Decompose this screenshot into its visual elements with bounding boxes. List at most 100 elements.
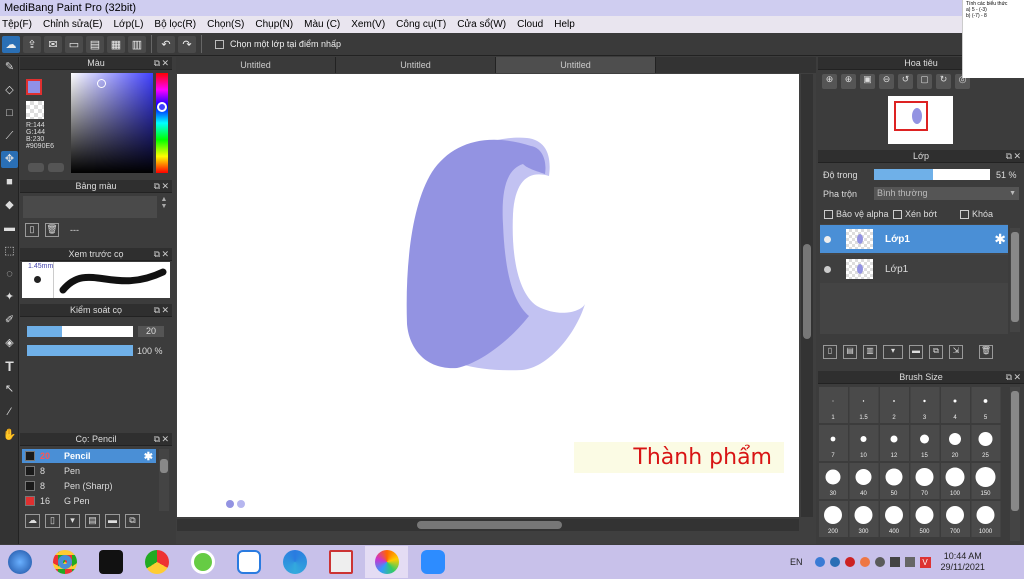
- popout-icon[interactable]: ⧉: [154, 433, 160, 446]
- clock[interactable]: 10:44 AM 29/11/2021: [941, 551, 985, 573]
- eyedrop-button[interactable]: [28, 163, 44, 172]
- brush-list-item[interactable]: 8 Pen: [22, 464, 156, 478]
- network-icon[interactable]: [889, 556, 900, 567]
- brush-settings-icon[interactable]: ▤: [85, 514, 100, 528]
- folder-icon[interactable]: ▬: [909, 345, 923, 359]
- taskbar-medibang[interactable]: [365, 546, 408, 578]
- menu-view[interactable]: Xem(V): [351, 19, 385, 30]
- menu-select[interactable]: Chọn(S): [207, 19, 244, 30]
- redo-icon[interactable]: ↷: [178, 35, 196, 53]
- rect-fill-icon[interactable]: ■: [1, 174, 18, 191]
- menu-window[interactable]: Cửa sổ(W): [457, 19, 506, 30]
- protect-alpha-checkbox[interactable]: [824, 210, 833, 220]
- cloud-icon[interactable]: ☁: [2, 35, 20, 53]
- popout-icon[interactable]: ⧉: [154, 304, 160, 317]
- brush-list-item[interactable]: 16 G Pen: [22, 494, 156, 508]
- comment-icon[interactable]: ✉: [44, 35, 62, 53]
- layer-row-active[interactable]: Lớp1 ✱: [820, 225, 1008, 253]
- layer-opacity-slider[interactable]: [874, 169, 990, 180]
- dot-tool-icon[interactable]: □: [1, 105, 18, 122]
- delete-layer-icon[interactable]: 🗑: [979, 345, 993, 359]
- menu-cloud[interactable]: Cloud: [517, 19, 543, 30]
- tray-icon-1[interactable]: [814, 556, 825, 567]
- taskbar-zoom[interactable]: [411, 546, 454, 578]
- close-icon[interactable]: ✕: [161, 304, 169, 317]
- taskbar-zalo[interactable]: [227, 546, 270, 578]
- page-icon[interactable]: ▤: [86, 35, 104, 53]
- brush-copy-icon[interactable]: ⧉: [125, 514, 140, 528]
- gradient-icon[interactable]: ▬: [1, 220, 18, 237]
- menu-edit[interactable]: Chỉnh sửa(E): [43, 19, 103, 30]
- tray-icon-v[interactable]: V: [919, 556, 931, 568]
- layer-row[interactable]: Lớp1: [820, 255, 1008, 283]
- canvas-vertical-scrollbar[interactable]: [801, 74, 813, 517]
- popout-icon[interactable]: ⧉: [154, 248, 160, 261]
- language-indicator[interactable]: EN: [790, 557, 803, 567]
- brush-size-grid[interactable]: 1 1.5 2 3 4 57 10 12 15 20 2530 40 50 70 100 150200 300 4…: [818, 385, 1008, 543]
- add-layer-menu-icon[interactable]: ▾: [883, 345, 903, 359]
- brush-list-item[interactable]: 8 Pen (Sharp): [22, 479, 156, 493]
- popout-icon[interactable]: ⧉: [154, 57, 160, 70]
- text-tool-icon[interactable]: T: [1, 358, 18, 375]
- brush-size-scrollbar[interactable]: [1010, 387, 1020, 541]
- tray-icon-4[interactable]: [859, 556, 870, 567]
- tray-icon-3[interactable]: [844, 556, 855, 567]
- popout-icon[interactable]: ⧉: [1006, 150, 1012, 163]
- tab-untitled-2[interactable]: Untitled: [336, 57, 496, 73]
- taskbar-krita[interactable]: [181, 546, 224, 578]
- grid-icon[interactable]: ▦: [107, 35, 125, 53]
- close-icon[interactable]: ✕: [161, 433, 169, 446]
- opacity-slider[interactable]: [27, 345, 133, 356]
- close-icon[interactable]: ✕: [161, 57, 169, 70]
- palette-area[interactable]: [23, 196, 157, 218]
- select-rect-icon[interactable]: ⬚: [1, 243, 18, 260]
- zoom-out-icon[interactable]: ⊖: [879, 74, 894, 89]
- palette-scroll[interactable]: ▲ ▼: [159, 196, 169, 218]
- lock-option[interactable]: Khóa: [960, 209, 993, 220]
- menu-color[interactable]: Màu (C): [304, 19, 340, 30]
- move-tool-icon[interactable]: ✥: [1, 151, 18, 168]
- select-eraser-icon[interactable]: ◈: [1, 335, 18, 352]
- eyedropper-icon[interactable]: ⁄: [1, 404, 18, 421]
- size-slider[interactable]: [27, 326, 133, 337]
- operation-icon[interactable]: ↖: [1, 381, 18, 398]
- brush-folder-icon[interactable]: ▬: [105, 514, 120, 528]
- tab-untitled-1[interactable]: Untitled: [176, 57, 336, 73]
- tile-icon[interactable]: ▥: [128, 35, 146, 53]
- taskbar-capcut[interactable]: [89, 546, 132, 578]
- close-icon[interactable]: ✕: [161, 180, 169, 193]
- eraser-tool-icon[interactable]: ◇: [1, 82, 18, 99]
- close-icon[interactable]: ✕: [1013, 150, 1021, 163]
- taskbar-chrome-1[interactable]: [43, 546, 86, 578]
- new-palette-icon[interactable]: ▯: [25, 223, 39, 237]
- clipping-checkbox[interactable]: [893, 210, 902, 220]
- transparent-swatch[interactable]: [26, 101, 44, 119]
- taskbar-edge[interactable]: [273, 546, 316, 578]
- fit-icon[interactable]: ▣: [860, 74, 875, 89]
- rotate-right-icon[interactable]: ↻: [936, 74, 951, 89]
- hue-slider[interactable]: [156, 73, 168, 173]
- drawing-canvas[interactable]: Thành phẩm: [177, 74, 799, 517]
- close-icon[interactable]: ✕: [1013, 371, 1021, 384]
- menu-tools[interactable]: Công cụ(T): [396, 19, 446, 30]
- menu-capture[interactable]: Chụp(N): [255, 19, 293, 30]
- gear-icon[interactable]: ✱: [994, 231, 1006, 248]
- visibility-icon[interactable]: [824, 265, 831, 273]
- bucket-icon[interactable]: ◆: [1, 197, 18, 214]
- brush-tool-icon[interactable]: ✎: [1, 59, 18, 76]
- select-pen-icon[interactable]: ✐: [1, 312, 18, 329]
- navigator-thumbnail[interactable]: [888, 96, 953, 144]
- new-8bit-layer-icon[interactable]: ▥: [863, 345, 877, 359]
- actual-size-icon[interactable]: ▢: [917, 74, 932, 89]
- hand-tool-icon[interactable]: ✋: [1, 427, 18, 444]
- new-layer-icon[interactable]: ▯: [823, 345, 837, 359]
- swap-button[interactable]: [48, 163, 64, 172]
- cloud-brush-icon[interactable]: ☁: [25, 514, 40, 528]
- blend-mode-select[interactable]: Bình thường ▼: [874, 187, 1019, 200]
- delete-palette-icon[interactable]: 🗑: [45, 223, 59, 237]
- tab-untitled-3[interactable]: Untitled: [496, 57, 656, 73]
- size-value[interactable]: 20: [138, 326, 164, 337]
- merge-layer-icon[interactable]: ⇲: [949, 345, 963, 359]
- volume-icon[interactable]: [904, 556, 915, 567]
- zoom-in-alt-icon[interactable]: ⊕: [841, 74, 856, 89]
